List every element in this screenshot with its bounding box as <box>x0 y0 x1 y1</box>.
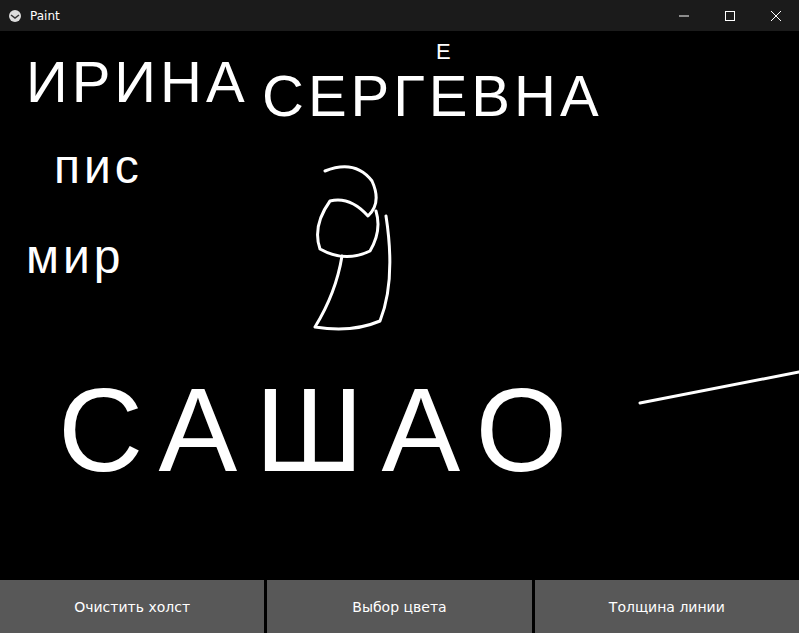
handwritten-text: пис <box>54 143 143 191</box>
window-controls <box>661 0 799 31</box>
close-button[interactable] <box>753 0 799 31</box>
toolbar: Очистить холстВыбор цветаТолщина линии <box>0 580 799 633</box>
minimize-button[interactable] <box>661 0 707 31</box>
toolbar-button[interactable]: Толщина линии <box>535 580 799 633</box>
title-bar: Paint <box>0 0 799 31</box>
handwritten-text: СЕРГЕВНА <box>262 67 603 125</box>
maximize-icon <box>725 11 735 21</box>
window-title: Paint <box>30 9 653 23</box>
toolbar-button[interactable]: Выбор цвета <box>267 580 531 633</box>
toolbar-button[interactable]: Очистить холст <box>0 580 264 633</box>
paint-window: Paint ИРИНАСЕРГЕВНА Епис мир САШАО Очистить х… <box>0 0 799 633</box>
drawing-canvas[interactable]: ИРИНАСЕРГЕВНА Епис мир САШАО <box>0 31 799 580</box>
close-icon <box>771 11 781 21</box>
handwritten-text: ИРИНА <box>26 53 249 111</box>
handwritten-text: САШАО <box>58 371 585 489</box>
app-icon <box>8 9 22 23</box>
handwritten-text: мир <box>26 233 125 281</box>
maximize-button[interactable] <box>707 0 753 31</box>
minimize-icon <box>679 11 689 21</box>
handwritten-text: Е <box>436 41 455 63</box>
